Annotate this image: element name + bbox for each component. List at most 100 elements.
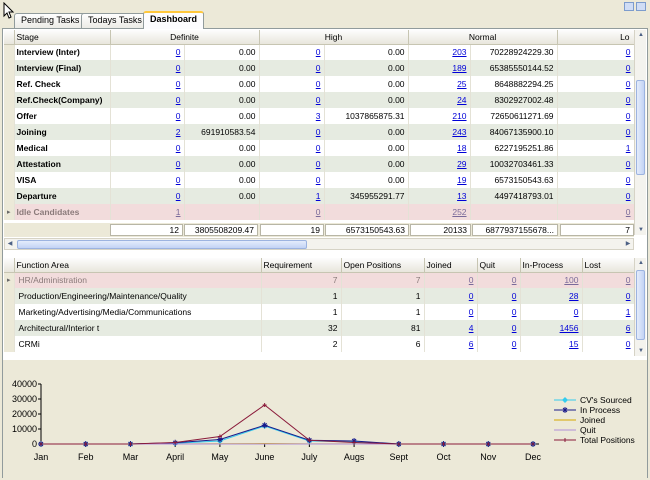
- function-row[interactable]: Marketing/Advertising/Media/Communicatio…: [4, 304, 634, 320]
- normal-count[interactable]: 13: [408, 188, 471, 204]
- quit-link[interactable]: 0: [512, 307, 517, 317]
- normal-count-link[interactable]: 18: [457, 143, 466, 153]
- low-count-link[interactable]: 0: [626, 95, 631, 105]
- high-count-link[interactable]: 0: [316, 175, 321, 185]
- lost-count[interactable]: 0: [582, 336, 634, 352]
- high-count[interactable]: 0: [259, 92, 325, 108]
- low-count[interactable]: 0: [557, 156, 634, 172]
- lost-count[interactable]: 6: [582, 320, 634, 336]
- normal-count-link[interactable]: 13: [457, 191, 466, 201]
- in-process-count[interactable]: 0: [520, 304, 583, 320]
- function-row[interactable]: Production/Engineering/Maintenance/Quali…: [4, 288, 634, 304]
- normal-count[interactable]: 19: [408, 172, 471, 188]
- stage-row[interactable]: Medical 0 0.00 0 0.00 18 6227195251.86 1: [4, 140, 634, 156]
- quit-count[interactable]: 0: [477, 336, 521, 352]
- high-count-link[interactable]: 0: [316, 127, 321, 137]
- high-count-link[interactable]: 0: [316, 143, 321, 153]
- high-count[interactable]: 0: [259, 44, 325, 60]
- high-count[interactable]: 0: [259, 156, 325, 172]
- scroll-down-icon[interactable]: ▼: [636, 346, 646, 356]
- low-count-link[interactable]: 0: [626, 79, 631, 89]
- definite-count-link[interactable]: 0: [176, 63, 181, 73]
- normal-count-link[interactable]: 24: [457, 95, 466, 105]
- joined-link[interactable]: 4: [469, 323, 474, 333]
- lost-link[interactable]: 1: [626, 307, 631, 317]
- lost-link[interactable]: 0: [626, 339, 631, 349]
- function-row[interactable]: CRMi 2 6 6 0 15 0: [4, 336, 634, 352]
- restore-icon[interactable]: [624, 2, 634, 11]
- normal-count-link[interactable]: 243: [452, 127, 466, 137]
- header-function-area[interactable]: Function Area: [14, 258, 262, 273]
- high-count[interactable]: 0: [259, 76, 325, 92]
- normal-count-link[interactable]: 210: [452, 111, 466, 121]
- header-in-process[interactable]: In-Process: [520, 258, 583, 273]
- quit-count[interactable]: 0: [477, 304, 521, 320]
- quit-link[interactable]: 0: [512, 291, 517, 301]
- joined-count[interactable]: 0: [424, 288, 478, 304]
- joined-link[interactable]: 6: [469, 339, 474, 349]
- low-count[interactable]: 0: [557, 44, 634, 60]
- scroll-left-icon[interactable]: ◀: [5, 239, 15, 249]
- low-count[interactable]: 0: [557, 188, 634, 204]
- normal-count[interactable]: 25: [408, 76, 471, 92]
- low-count[interactable]: 0: [557, 124, 634, 140]
- stage-row[interactable]: Departure 0 0.00 1 345955291.77 13 4497418793.…: [4, 188, 634, 204]
- header-lost[interactable]: Lost: [582, 258, 634, 273]
- normal-count[interactable]: 24: [408, 92, 471, 108]
- definite-count-link[interactable]: 0: [176, 111, 181, 121]
- in-process-link[interactable]: 100: [564, 275, 578, 285]
- header-joined[interactable]: Joined: [424, 258, 478, 273]
- low-count-link[interactable]: 0: [626, 111, 631, 121]
- quit-count[interactable]: 0: [477, 288, 521, 304]
- low-count-link[interactable]: 0: [626, 191, 631, 201]
- high-count-link[interactable]: 0: [316, 159, 321, 169]
- in-process-link[interactable]: 15: [569, 339, 578, 349]
- quit-count[interactable]: 0: [477, 272, 521, 288]
- function-row[interactable]: Architectural/Interior t 32 81 4 0 1456 6: [4, 320, 634, 336]
- definite-count[interactable]: 0: [110, 60, 185, 76]
- low-count[interactable]: 1: [557, 140, 634, 156]
- joined-count[interactable]: 4: [424, 320, 478, 336]
- high-count[interactable]: 0: [259, 172, 325, 188]
- low-count-link[interactable]: 0: [626, 207, 631, 217]
- stage-grid-hscroll[interactable]: ◀ ▶: [4, 238, 634, 250]
- scroll-right-icon[interactable]: ▶: [623, 239, 633, 249]
- definite-count[interactable]: 0: [110, 108, 185, 124]
- stage-row[interactable]: VISA 0 0.00 0 0.00 19 6573150543.63 0: [4, 172, 634, 188]
- definite-count-link[interactable]: 0: [176, 79, 181, 89]
- function-grid-vscroll[interactable]: ▲ ▼: [634, 258, 646, 356]
- in-process-count[interactable]: 100: [520, 272, 583, 288]
- function-row[interactable]: ▸ HR/Administration 7 7 0 0 100 0: [4, 272, 634, 288]
- definite-count-link[interactable]: 0: [176, 95, 181, 105]
- low-count-link[interactable]: 1: [626, 143, 631, 153]
- high-count-link[interactable]: 0: [316, 47, 321, 57]
- lost-count[interactable]: 0: [582, 288, 634, 304]
- normal-count-link[interactable]: 203: [452, 47, 466, 57]
- low-count[interactable]: 0: [557, 92, 634, 108]
- header-normal[interactable]: Normal: [408, 30, 558, 45]
- header-high[interactable]: High: [259, 30, 409, 45]
- stage-row[interactable]: Ref. Check 0 0.00 0 0.00 25 8648882294.25 0: [4, 76, 634, 92]
- high-count-link[interactable]: 1: [316, 191, 321, 201]
- quit-count[interactable]: 0: [477, 320, 521, 336]
- definite-count-link[interactable]: 2: [176, 127, 181, 137]
- joined-link[interactable]: 0: [469, 275, 474, 285]
- definite-count[interactable]: 0: [110, 156, 185, 172]
- low-count[interactable]: 0: [557, 76, 634, 92]
- low-count[interactable]: 0: [557, 108, 634, 124]
- quit-link[interactable]: 0: [512, 339, 517, 349]
- header-stage[interactable]: Stage: [14, 30, 111, 45]
- definite-count-link[interactable]: 0: [176, 191, 181, 201]
- stage-grid-vscroll[interactable]: ▲ ▼: [634, 30, 646, 235]
- definite-count[interactable]: 0: [110, 172, 185, 188]
- low-count-link[interactable]: 0: [626, 63, 631, 73]
- joined-link[interactable]: 0: [469, 307, 474, 317]
- normal-count[interactable]: 203: [408, 44, 471, 60]
- normal-count[interactable]: 252: [408, 204, 471, 220]
- high-count[interactable]: 0: [259, 140, 325, 156]
- definite-count[interactable]: 0: [110, 76, 185, 92]
- stage-row[interactable]: Offer 0 0.00 3 1037865875.31 210 72650611271.6…: [4, 108, 634, 124]
- normal-count-link[interactable]: 19: [457, 175, 466, 185]
- high-count-link[interactable]: 0: [316, 207, 321, 217]
- header-quit[interactable]: Quit: [477, 258, 521, 273]
